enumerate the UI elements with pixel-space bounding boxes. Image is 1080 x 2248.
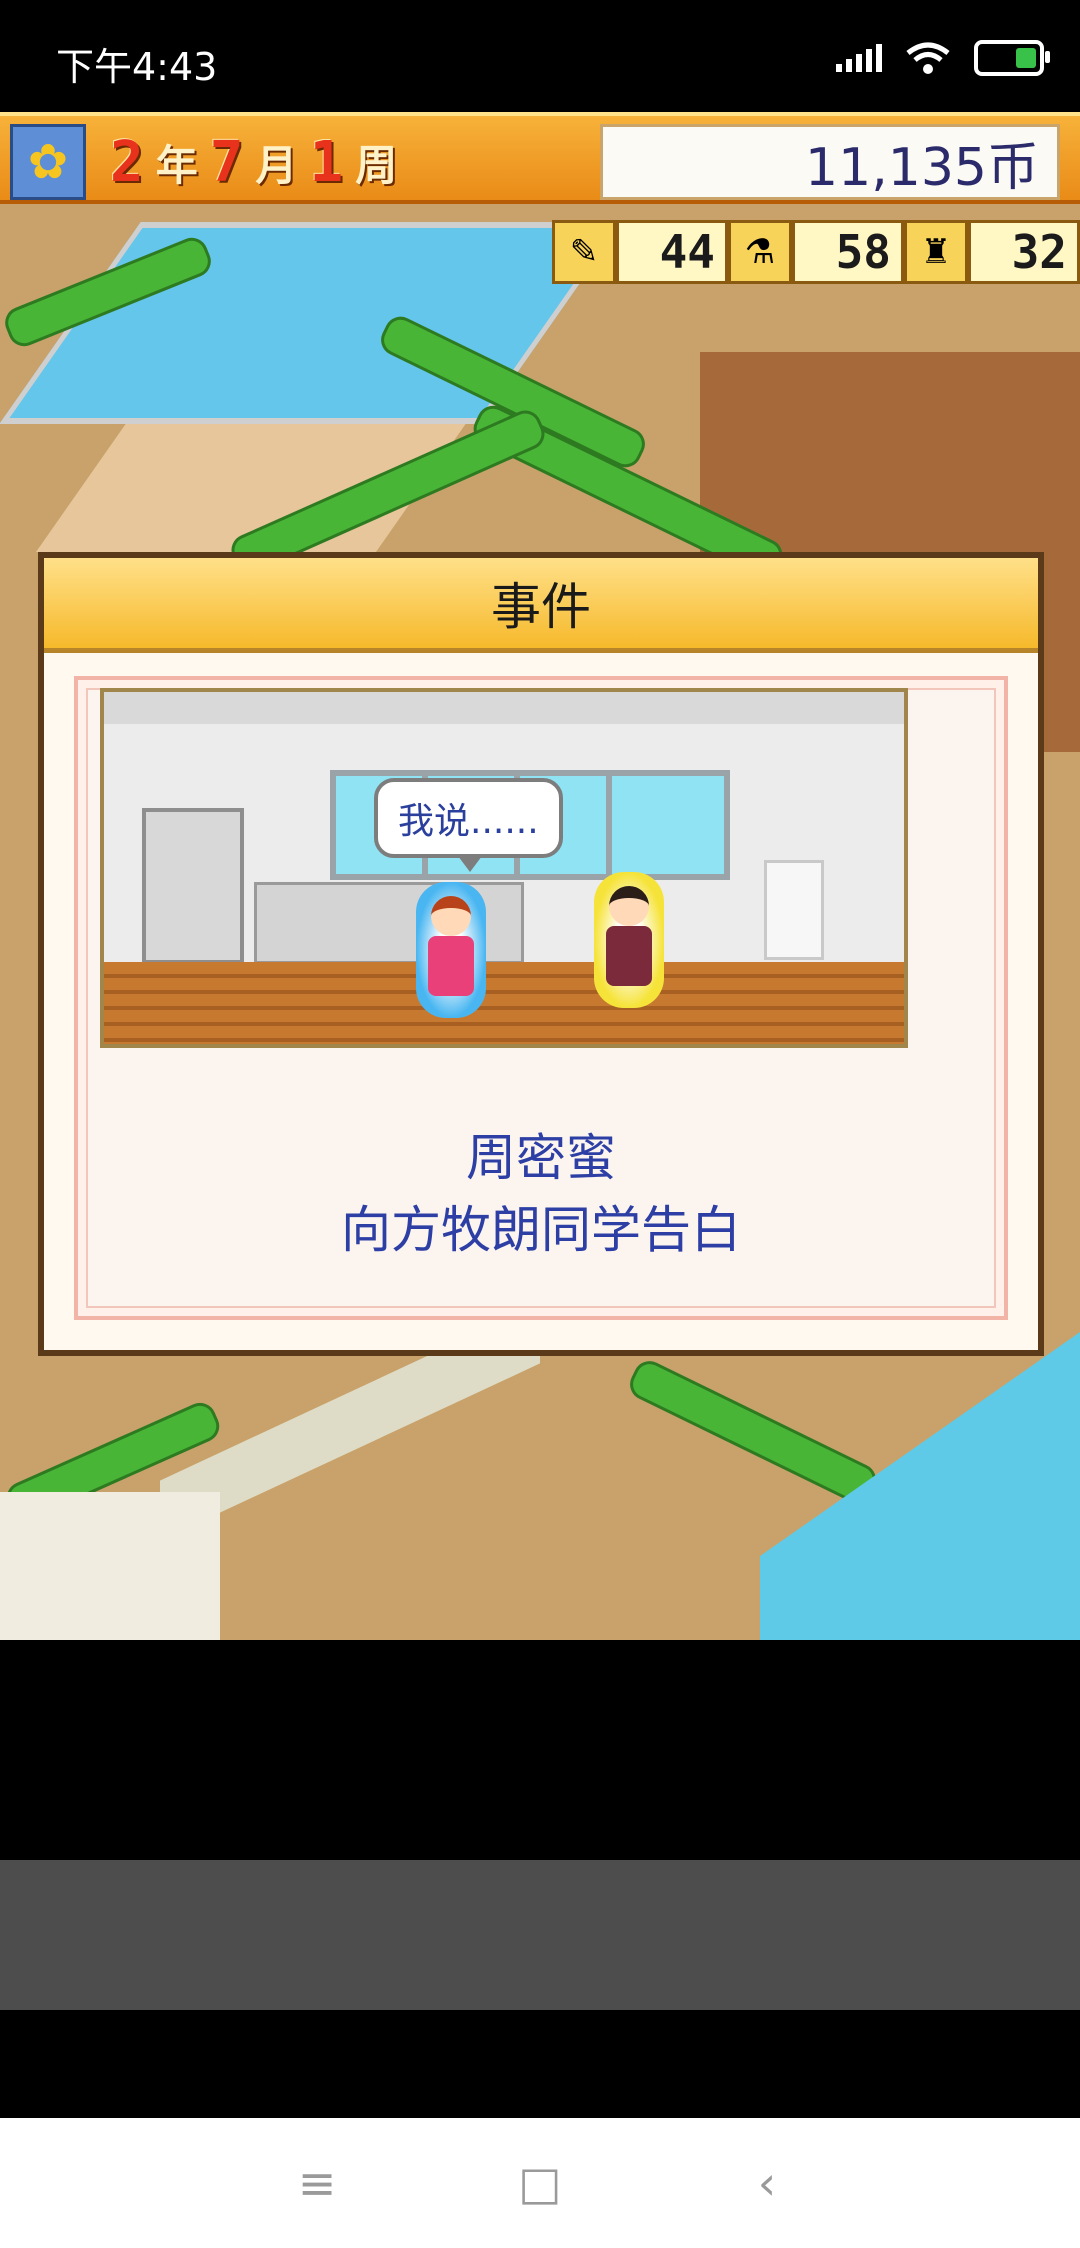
month-value: 7 — [209, 130, 244, 195]
status-icons — [836, 40, 1050, 76]
year-unit: 年 — [155, 141, 198, 190]
money-display: 11,135币 — [600, 124, 1060, 200]
pencil-icon: ✎ — [552, 220, 616, 284]
year-value: 2 — [110, 130, 144, 195]
battery-icon — [974, 40, 1050, 76]
date-display: 2 年 7 月 1 周 — [110, 130, 397, 195]
study-stat: 44 — [616, 220, 728, 284]
sunflower-icon[interactable]: ✿ — [10, 124, 86, 200]
science-stat: 58 — [792, 220, 904, 284]
menu-icon[interactable]: ≡ — [282, 2148, 352, 2218]
event-student-name: 周密蜜 — [466, 1129, 616, 1187]
dialog-title: 事件 — [491, 578, 591, 636]
navigation-bar: ≡ □ ‹ — [0, 2118, 1080, 2248]
ceiling — [104, 692, 904, 727]
wifi-icon — [906, 42, 950, 74]
hedge — [624, 1355, 882, 1509]
water — [760, 1332, 1080, 1640]
money-value: 11,135币 — [805, 137, 1039, 198]
notice-board — [764, 860, 824, 960]
dialog-header: 事件 — [44, 558, 1038, 653]
sport-stat: 32 — [968, 220, 1080, 284]
status-bar: 下午4:43 — [0, 0, 1080, 112]
stats-bar: ✎ 44 ⚗ 58 ♜ 32 — [552, 218, 1080, 286]
back-icon[interactable]: ‹ — [732, 2148, 802, 2218]
bottom-black-area — [0, 2010, 1080, 2118]
signal-icon — [836, 44, 882, 72]
floor — [104, 962, 904, 1044]
girl-character — [416, 882, 486, 1018]
flask-icon: ⚗ — [728, 220, 792, 284]
boy-character — [594, 872, 664, 1008]
status-time: 下午4:43 — [56, 45, 218, 89]
trophy-icon: ♜ — [904, 220, 968, 284]
event-dialog[interactable]: 事件 我说...... 周密蜜 向方牧朗同学告白 — [38, 552, 1044, 1356]
locker — [142, 808, 244, 964]
event-scene: 我说...... — [100, 688, 908, 1048]
game-view[interactable]: ✿ 2 年 7 月 1 周 11,135币 ✎ 44 ⚗ 58 ♜ 32 事件 — [0, 112, 1080, 1640]
month-unit: 月 — [255, 141, 298, 190]
week-value: 1 — [309, 130, 344, 195]
classroom — [0, 1492, 220, 1640]
bottom-gray-area — [0, 1860, 1080, 2010]
week-unit: 周 — [355, 141, 398, 190]
speech-bubble: 我说...... — [374, 778, 563, 872]
home-icon[interactable]: □ — [505, 2148, 575, 2218]
top-hud: ✿ 2 年 7 月 1 周 11,135币 — [0, 112, 1080, 204]
event-description: 向方牧朗同学告白 — [341, 1201, 741, 1259]
